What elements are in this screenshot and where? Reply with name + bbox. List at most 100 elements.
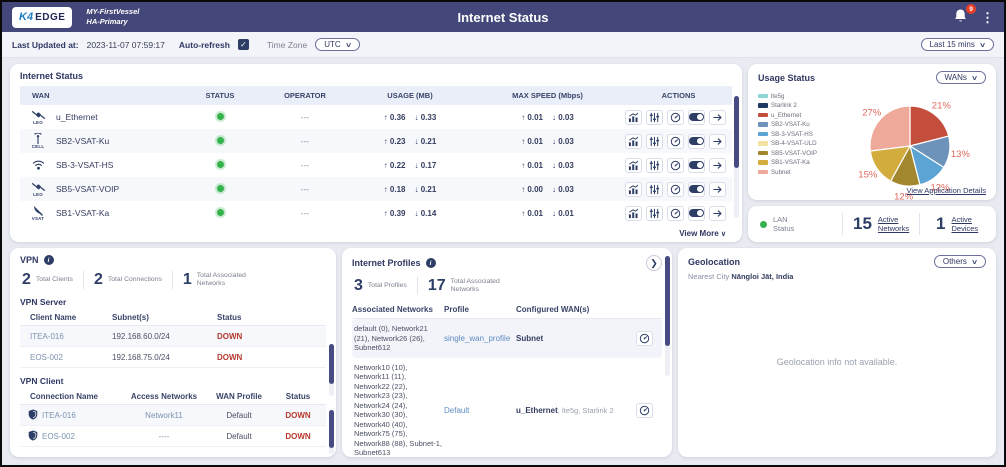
legend-item: SB-4-VSAT-ULD <box>758 140 828 147</box>
profile-row: default (0), Network21 (21), Network26 (… <box>352 319 662 358</box>
profile-speed-test-button[interactable] <box>636 403 653 418</box>
info-icon[interactable]: i <box>426 258 436 268</box>
speed-test-button[interactable] <box>667 182 684 197</box>
active-devices-count: 1 <box>936 214 945 234</box>
wan-profile-value: Default <box>208 411 270 420</box>
timezone-select[interactable]: UTC ∨ <box>315 38 360 51</box>
enable-toggle[interactable] <box>688 182 705 197</box>
vpn-client-scrollbar[interactable] <box>329 410 334 454</box>
enable-toggle[interactable] <box>688 158 705 173</box>
configure-button[interactable] <box>646 158 663 173</box>
upload-arrow-icon: ↑ <box>384 209 388 218</box>
legend-label: lte5g <box>771 93 784 100</box>
legend-label: SB-4-VSAT-ULD <box>771 140 817 147</box>
connection-name-link[interactable]: ITEA-016 <box>42 411 76 420</box>
vpn-server-body: ITEA-016192.168.60.0/24DOWNEOS-002192.16… <box>20 326 326 368</box>
speed-test-button[interactable] <box>667 158 684 173</box>
statistics-button[interactable] <box>625 158 642 173</box>
profiles-stats: 3Total Profiles17Total Associated Networ… <box>352 277 662 295</box>
enable-toggle[interactable] <box>688 134 705 149</box>
wan-cell: LEOSB5-VSAT-VOIP <box>20 182 180 197</box>
chevron-down-icon: ∨ <box>979 41 986 49</box>
scrollbar-thumb[interactable] <box>329 410 334 448</box>
pie-chart-svg: 21%13%12%12%15%27% <box>828 86 986 202</box>
details-button[interactable] <box>709 158 726 173</box>
details-button[interactable] <box>709 134 726 149</box>
view-more-label: View More <box>679 229 718 238</box>
client-name-link[interactable]: EOS-002 <box>20 353 112 362</box>
stat-value: 2 <box>94 271 103 289</box>
enable-toggle[interactable] <box>688 110 705 125</box>
profiles-table-body: default (0), Network21 (21), Network26 (… <box>352 319 662 457</box>
speed-test-button[interactable] <box>667 134 684 149</box>
usage-pie-chart: 21%13%12%12%15%27% <box>828 86 986 202</box>
enable-toggle[interactable] <box>688 206 705 221</box>
expand-profiles-button[interactable]: ❯ <box>646 255 662 271</box>
profile-link[interactable]: single_wan_profile <box>444 334 516 343</box>
satellite-icon: LEO <box>28 110 48 125</box>
scrollbar-thumb[interactable] <box>734 96 739 168</box>
col-operator: OPERATOR <box>260 91 350 100</box>
col-subnets: Subnet(s) <box>112 313 217 322</box>
details-button[interactable] <box>709 182 726 197</box>
details-button[interactable] <box>709 206 726 221</box>
upload-arrow-icon: ↑ <box>521 209 525 218</box>
wan-actions <box>625 110 740 125</box>
connection-name-link[interactable]: EOS-002 <box>42 432 75 441</box>
profiles-scrollbar[interactable] <box>665 256 670 376</box>
geo-filter-value: Others <box>943 257 967 266</box>
configure-button[interactable] <box>646 134 663 149</box>
brand-logo[interactable]: K4 EDGE <box>12 7 72 28</box>
legend-item: lte5g <box>758 93 828 100</box>
profile-link[interactable]: Default <box>444 406 516 415</box>
vpn-server-scrollbar[interactable] <box>329 344 334 396</box>
table-scrollbar[interactable] <box>734 96 739 218</box>
nearest-city-label: Nearest City <box>688 272 729 281</box>
notifications-button[interactable]: 9 <box>953 8 971 26</box>
profiles-table-header: Associated Networks Profile Configured W… <box>352 301 662 319</box>
wan-usage: ↑ 0.18↓ 0.21 <box>350 185 470 194</box>
download-arrow-icon: ↓ <box>552 209 556 218</box>
nearest-city-value: Nāngloi Jāt, India <box>731 272 793 281</box>
statistics-button[interactable] <box>625 182 642 197</box>
speed-test-button[interactable] <box>667 110 684 125</box>
wan-cell: CELLSB2-VSAT-Ku <box>20 133 180 149</box>
wans-filter-select[interactable]: WANs ∨ <box>936 71 987 84</box>
pie-label: 15% <box>858 170 878 181</box>
auto-refresh-checkbox[interactable]: ✓ <box>238 39 249 50</box>
configure-button[interactable] <box>646 206 663 221</box>
time-range-select[interactable]: Last 15 mins ∨ <box>921 38 994 51</box>
scrollbar-thumb[interactable] <box>329 344 334 384</box>
vpn-card: VPN i 2Total Clients2Total Connections1T… <box>10 248 336 457</box>
legend-item: SB5-VSAT-VOIP <box>758 150 828 157</box>
client-name-link[interactable]: ITEA-016 <box>20 332 112 341</box>
active-networks-link[interactable]: ActiveNetworks <box>878 215 909 233</box>
status-up-dot <box>217 137 224 144</box>
vpn-server-row: EOS-002192.168.75.0/24DOWN <box>20 347 326 368</box>
statistics-button[interactable] <box>625 134 642 149</box>
access-networks-value[interactable]: Network11 <box>120 411 208 420</box>
configure-button[interactable] <box>646 110 663 125</box>
associated-networks-value: default (0), Network21 (21), Network26 (… <box>352 324 444 353</box>
col-wan-profile: WAN Profile <box>208 392 270 401</box>
info-icon[interactable]: i <box>44 255 54 265</box>
legend-swatch <box>758 113 768 118</box>
profile-speed-test-button[interactable] <box>636 331 653 346</box>
view-more-button[interactable]: View More ∨ <box>679 229 726 238</box>
details-button[interactable] <box>709 110 726 125</box>
vpn-client-row: ITEA-016Network11DefaultDOWN <box>20 405 326 426</box>
wan-icon-label: VSAT <box>32 216 44 221</box>
legend-item: SB-3-VSAT-HS <box>758 131 828 138</box>
wan-status <box>180 160 260 170</box>
geo-filter-select[interactable]: Others ∨ <box>934 255 986 268</box>
scrollbar-thumb[interactable] <box>665 256 670 346</box>
view-application-details-link[interactable]: View Application Details <box>907 186 987 195</box>
statistics-button[interactable] <box>625 206 642 221</box>
statistics-button[interactable] <box>625 110 642 125</box>
configure-button[interactable] <box>646 182 663 197</box>
wan-cell: SB-3-VSAT-HS <box>20 160 180 170</box>
active-devices-link[interactable]: ActiveDevices <box>951 215 978 233</box>
kebab-menu-icon[interactable]: ⋮ <box>981 11 994 24</box>
col-wan: WAN <box>20 91 180 100</box>
speed-test-button[interactable] <box>667 206 684 221</box>
